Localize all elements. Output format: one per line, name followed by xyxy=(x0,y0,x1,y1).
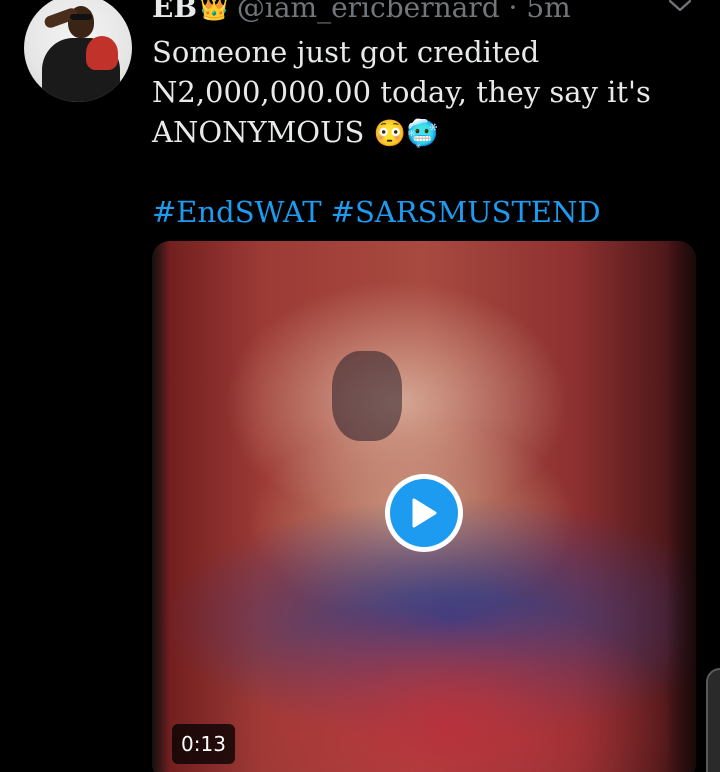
chevron-down-icon[interactable] xyxy=(668,0,692,14)
cold-face-emoji: 🥶 xyxy=(405,119,439,149)
thumbnail-edge-right xyxy=(666,241,696,772)
author-handle-time[interactable]: @iam_ericbernard · 5m xyxy=(237,0,571,26)
thumbnail-shadow xyxy=(332,351,402,441)
play-button[interactable] xyxy=(385,474,463,552)
thumbnail-edge-left xyxy=(152,241,170,772)
flushed-face-emoji: 😳 xyxy=(373,119,406,149)
tweet-line-1: Someone just got credited xyxy=(152,35,540,69)
hashtag-sarsmustend[interactable]: #SARSMUSTEND xyxy=(331,195,601,229)
hashtags: #EndSWAT #SARSMUSTEND xyxy=(152,192,601,232)
tweet-line-3: ANONYMOUS 😳🥶 xyxy=(152,112,692,154)
avatar-hood xyxy=(86,36,118,70)
author-name[interactable]: EB xyxy=(152,0,197,26)
video-duration-badge: 0:13 xyxy=(172,724,235,764)
tweet-line-2: N2,000,000.00 today, they say it's xyxy=(152,75,651,109)
play-icon xyxy=(412,498,437,528)
avatar[interactable] xyxy=(24,0,132,102)
tweet-header: EB 👑 @iam_ericbernard · 5m xyxy=(152,0,571,26)
tweet-text: Someone just got credited N2,000,000.00 … xyxy=(152,32,692,154)
tweet-line-3-text: ANONYMOUS xyxy=(152,115,365,149)
avatar-glasses xyxy=(70,14,92,20)
hashtag-endswat[interactable]: #EndSWAT xyxy=(152,195,322,229)
play-button-inner xyxy=(390,479,458,547)
floating-action-edge[interactable] xyxy=(706,668,720,772)
crown-emoji: 👑 xyxy=(199,0,229,22)
